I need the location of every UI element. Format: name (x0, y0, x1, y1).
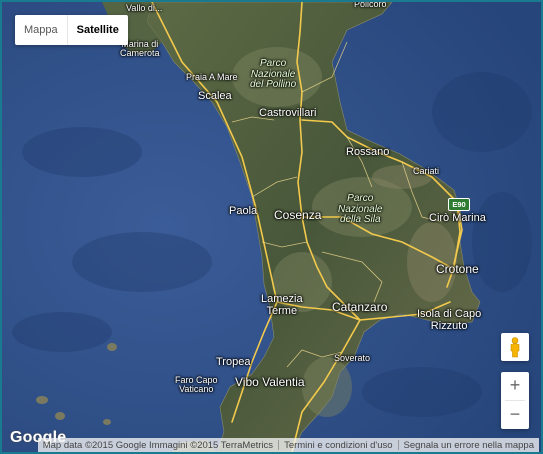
map-container[interactable]: Vallo di... Policoro Marina di Camerota … (0, 0, 543, 454)
place-label-praia-a-mare: Praia A Mare (186, 72, 238, 82)
place-label-lamezia-terme: Lamezia Terme (261, 293, 303, 317)
pegman-icon (510, 337, 520, 358)
zoom-control: + − (501, 372, 529, 429)
report-error-link[interactable]: Segnala un errore nella mappa (399, 440, 539, 451)
park-label-pollino: Parco Nazionale del Pollino (250, 58, 297, 90)
zoom-out-icon[interactable]: − (501, 401, 529, 429)
place-label-isola-di-capo-rizzuto: Isola di Capo Rizzuto (417, 308, 482, 332)
place-label-cariati: Cariati (413, 166, 440, 176)
attribution-bar: Map data ©2015 Google Immagini ©2015 Ter… (37, 438, 539, 452)
place-label-catanzaro: Catanzaro (332, 300, 388, 314)
zoom-in-icon[interactable]: + (501, 372, 529, 400)
map-data-credit: Map data ©2015 Google Immagini ©2015 Ter… (42, 439, 274, 451)
place-label-crotone: Crotone (436, 262, 479, 276)
place-label-castrovillari: Castrovillari (259, 107, 317, 119)
road-shield-e90: E90 (448, 198, 470, 211)
street-view-pegman-button[interactable] (501, 333, 529, 361)
place-label-soverato: Soverato (334, 353, 371, 363)
place-label-paola: Paola (229, 205, 258, 217)
place-label-faro-capo-vaticano: Faro Capo Vaticano (175, 375, 218, 395)
place-label-rossano: Rossano (346, 146, 390, 158)
place-label-cosenza: Cosenza (274, 208, 322, 222)
place-label-ciro-marina: Cirò Marina (429, 212, 486, 224)
park-label-sila: Parco Nazionale della Sila (338, 193, 383, 225)
map-type-control: Mappa Satellite (15, 15, 128, 45)
place-label-scalea: Scalea (198, 90, 232, 102)
map-type-satellite-button[interactable]: Satellite (68, 15, 128, 45)
place-label-policoro: Policoro (354, 0, 387, 9)
place-label-vallo-di: Vallo di... (126, 3, 163, 13)
place-label-vibo-valentia: Vibo Valentia (235, 375, 305, 389)
place-label-tropea: Tropea (216, 356, 251, 368)
terms-link[interactable]: Termini e condizioni d'uso (279, 440, 397, 451)
map-type-mappa-button[interactable]: Mappa (15, 15, 67, 45)
